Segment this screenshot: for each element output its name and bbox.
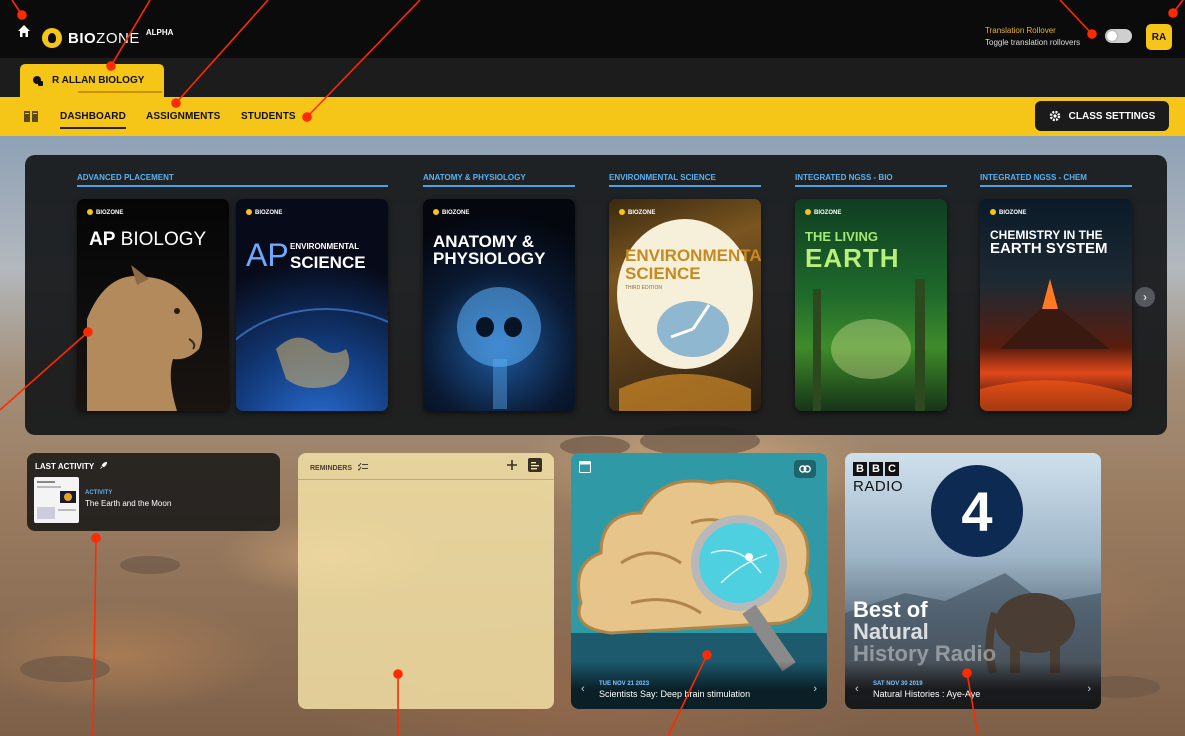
podcast-title: Scientists Say: Deep brain stimulation xyxy=(599,689,751,699)
brand-bold: BIO xyxy=(68,29,97,47)
nav-assignments[interactable]: ASSIGNMENTS xyxy=(146,111,220,122)
book-anatomy-physiology[interactable]: BIOZONE ANATOMY & PHYSIOLOGY xyxy=(423,199,575,411)
best-of-line1: Best of xyxy=(853,597,928,622)
class-settings-label: CLASS SETTINGS xyxy=(1068,110,1156,122)
podcast-caption: ‹ TUE NOV 21 2023 Scientists Say: Deep b… xyxy=(571,661,827,709)
cougar-image xyxy=(87,265,203,411)
last-activity-panel: LAST ACTIVITY ACTIVITY The Earth and the… xyxy=(27,453,280,531)
category-underline xyxy=(795,185,947,187)
podcast-title: Natural Histories : Aye-Aye xyxy=(873,689,981,699)
activity-type: ACTIVITY xyxy=(85,490,113,496)
reminders-panel: REMINDERS xyxy=(298,453,554,709)
activity-thumbnail-image xyxy=(37,481,76,519)
checklist-icon xyxy=(357,462,368,471)
category-environmental-science[interactable]: ENVIRONMENTAL SCIENCE xyxy=(609,173,716,182)
brand-tag: ALPHA xyxy=(145,27,174,37)
translation-rollover: Translation Rollover Toggle translation … xyxy=(985,26,1080,47)
home-icon[interactable] xyxy=(17,24,31,38)
link-icon xyxy=(799,465,811,473)
class-icon xyxy=(33,75,43,86)
podcast-card-radio[interactable]: B B C RADIO 4 Best of Natural History Ra… xyxy=(845,453,1101,709)
nav-dashboard[interactable]: DASHBOARD xyxy=(60,111,126,129)
top-bar: BIOZONE ALPHA Translation Rollover Toggl… xyxy=(0,0,1185,58)
books-carousel: ADVANCED PLACEMENT ANATOMY & PHYSIOLOGY … xyxy=(25,155,1167,435)
book-the-living-earth[interactable]: BIOZONE THE LIVING EARTH xyxy=(795,199,947,411)
chevron-right-icon[interactable]: › xyxy=(1087,683,1091,695)
rocket-icon xyxy=(100,461,108,470)
radio-4-badge: 4 xyxy=(931,465,1023,557)
class-tab-strip: R ALLAN BIOLOGY xyxy=(0,58,1185,97)
class-tab-label: R ALLAN BIOLOGY xyxy=(52,75,145,86)
translation-toggle[interactable] xyxy=(1105,29,1132,43)
wind-turbine-image xyxy=(619,301,751,411)
category-underline xyxy=(609,185,761,187)
gear-icon xyxy=(1049,110,1060,122)
reminders-title-text: REMINDERS xyxy=(310,465,353,472)
rollover-description: Toggle translation rollovers xyxy=(985,38,1081,47)
nav-students[interactable]: STUDENTS xyxy=(241,111,296,122)
class-settings-button[interactable]: CLASS SETTINGS xyxy=(1035,101,1169,131)
book-ap-biology[interactable]: BIOZONE AP BIOLOGY xyxy=(77,199,229,411)
book-chemistry-earth-system[interactable]: BIOZONE CHEMISTRY IN THE EARTH SYSTEM xyxy=(980,199,1132,411)
bbc-letter: B xyxy=(869,462,883,476)
forest-image xyxy=(813,279,925,411)
brand-name: BIOZONE xyxy=(68,30,140,47)
category-integrated-ngss-bio[interactable]: INTEGRATED NGSS - BIO xyxy=(795,173,893,182)
category-anatomy-physiology[interactable]: ANATOMY & PHYSIOLOGY xyxy=(423,173,526,182)
activity-thumbnail[interactable] xyxy=(34,477,79,523)
chevron-right-icon[interactable]: › xyxy=(813,683,817,695)
category-underline xyxy=(423,185,575,187)
rock-decoration xyxy=(20,656,110,682)
reminders-title: REMINDERS xyxy=(310,462,368,472)
reminders-header-divider xyxy=(298,479,554,480)
podcast-caption: ‹ SAT NOV 30 2019 Natural Histories : Ay… xyxy=(845,661,1101,709)
category-underline xyxy=(77,185,388,187)
category-integrated-ngss-chem[interactable]: INTEGRATED NGSS - CHEM xyxy=(980,173,1087,182)
class-tab-underline xyxy=(78,91,162,93)
bbc-logo: B B C xyxy=(853,462,899,476)
bbc-letter: C xyxy=(885,462,899,476)
last-activity-title: LAST ACTIVITY xyxy=(35,461,108,471)
earth-image xyxy=(236,308,388,388)
radio-word: RADIO xyxy=(853,478,904,495)
class-tab[interactable]: R ALLAN BIOLOGY xyxy=(20,64,164,97)
podcast-date: SAT NOV 30 2019 xyxy=(873,681,923,687)
reminder-list-icon[interactable] xyxy=(528,458,542,472)
book-ap-environmental-science[interactable]: BIOZONE AP ENVIRONMENTAL SCIENCE xyxy=(236,199,388,411)
best-of-title: Best of Natural History Radio xyxy=(853,599,996,665)
chevron-left-icon[interactable]: ‹ xyxy=(855,683,859,695)
carousel-next-button[interactable]: › xyxy=(1135,287,1155,307)
bbc-letter: B xyxy=(853,462,867,476)
biozone-logo[interactable]: BIOZONE ALPHA xyxy=(42,28,173,48)
category-advanced-placement[interactable]: ADVANCED PLACEMENT xyxy=(77,173,174,182)
best-of-line2: Natural xyxy=(853,619,929,644)
book-environmental-science[interactable]: BIOZONE ENVIRONMENTAL SCIENCE THIRD EDIT… xyxy=(609,199,761,411)
book-icon[interactable] xyxy=(24,111,38,122)
skull-image xyxy=(457,287,541,409)
link-button[interactable] xyxy=(794,460,816,478)
biozone-logo-icon xyxy=(42,28,62,48)
podcast-date: TUE NOV 21 2023 xyxy=(599,681,650,687)
avatar[interactable]: RA xyxy=(1146,24,1172,50)
volcano-image xyxy=(980,279,1132,411)
add-reminder-icon[interactable] xyxy=(506,459,518,471)
podcast-card-science[interactable]: ‹ TUE NOV 21 2023 Scientists Say: Deep b… xyxy=(571,453,827,709)
last-activity-title-text: LAST ACTIVITY xyxy=(35,462,95,471)
brand-thin: ZONE xyxy=(96,29,140,47)
article-icon xyxy=(579,461,591,473)
category-underline xyxy=(980,185,1132,187)
rock-decoration xyxy=(120,556,180,574)
rollover-title: Translation Rollover xyxy=(985,26,1056,35)
chevron-right-icon: › xyxy=(1143,290,1147,304)
class-nav-bar: DASHBOARD ASSIGNMENTS STUDENTS CLASS SET… xyxy=(0,97,1185,136)
activity-name[interactable]: The Earth and the Moon xyxy=(85,499,171,508)
chevron-left-icon[interactable]: ‹ xyxy=(581,683,585,695)
